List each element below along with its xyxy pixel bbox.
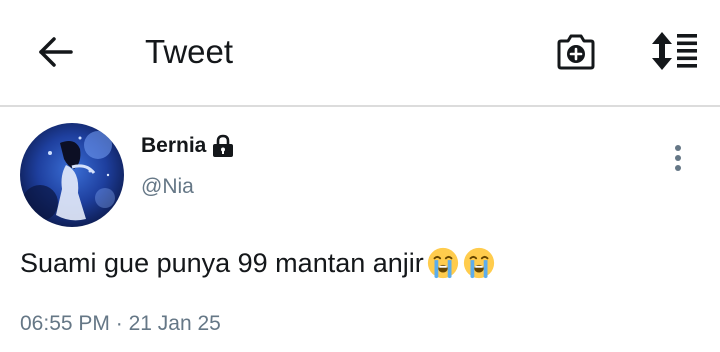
more-vertical-icon (675, 145, 681, 171)
tweet-time: 06:55 PM (20, 312, 110, 335)
top-app-bar: Tweet (0, 0, 720, 107)
tweet-timestamp: 06:55 PM · 21 Jan 25 (20, 310, 221, 338)
camera-plus-icon (557, 34, 595, 70)
page-title: Tweet (145, 33, 234, 70)
sort-list-icon (652, 32, 697, 70)
camera-button[interactable] (552, 28, 600, 76)
loudly-crying-face-icon (427, 247, 458, 279)
display-name[interactable]: Bernia (141, 133, 206, 159)
lock-icon (212, 134, 234, 158)
avatar[interactable] (20, 123, 124, 227)
tweet-body: Suami gue punya 99 mantan anjir (20, 248, 424, 278)
more-options-button[interactable] (664, 140, 692, 176)
author-row: Bernia (141, 133, 234, 159)
sort-button[interactable] (645, 28, 701, 74)
tweet-text: Suami gue punya 99 mantan anjir (20, 243, 496, 283)
tweet-date: 21 Jan 25 (128, 312, 221, 335)
timestamp-separator: · (115, 312, 123, 335)
user-handle[interactable]: @Nia (141, 174, 194, 200)
loudly-crying-face-icon (463, 247, 494, 279)
back-button[interactable] (30, 30, 80, 74)
header-divider (0, 105, 720, 107)
arrow-left-icon (39, 37, 73, 67)
